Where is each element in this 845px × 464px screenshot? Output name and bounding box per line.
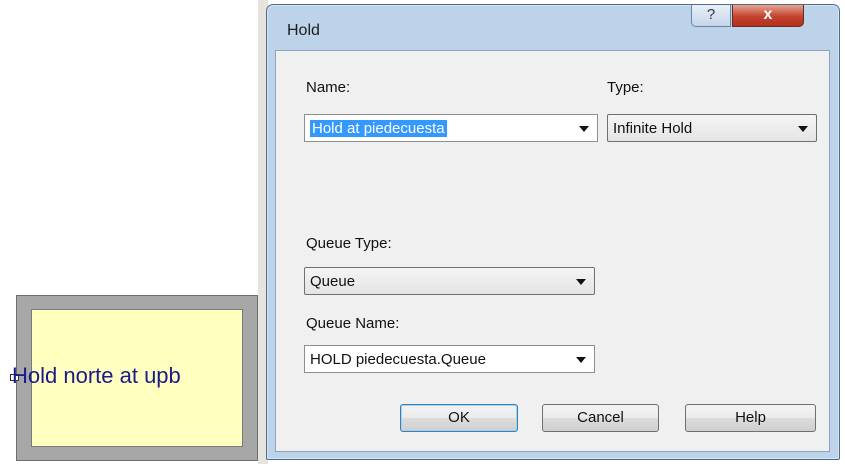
cancel-button[interactable]: Cancel <box>542 404 659 432</box>
dialog-title: Hold <box>287 22 320 39</box>
queue-type-value: Queue <box>310 273 356 290</box>
chevron-down-icon[interactable] <box>579 126 589 132</box>
dialog-titlebar[interactable]: Hold ? x <box>267 5 839 49</box>
chevron-down-icon[interactable] <box>576 279 586 285</box>
queue-name-value: HOLD piedecuesta.Queue <box>310 351 486 368</box>
question-icon: ? <box>706 6 716 23</box>
close-icon: x <box>763 6 773 23</box>
queue-type-dropdown[interactable]: Queue <box>304 267 595 295</box>
queue-type-label: Queue Type: <box>306 235 392 252</box>
queue-name-label: Queue Name: <box>306 315 400 332</box>
name-label: Name: <box>306 79 351 96</box>
queue-name-combobox[interactable]: HOLD piedecuesta.Queue <box>304 345 595 373</box>
chevron-down-icon[interactable] <box>576 357 586 363</box>
hold-dialog: Hold ? x Name: Type: Hold at piedecuesta… <box>266 4 840 460</box>
ok-button[interactable]: OK <box>400 404 518 432</box>
title-help-button[interactable]: ? <box>691 5 731 27</box>
type-dropdown[interactable]: Infinite Hold <box>607 114 817 142</box>
type-label: Type: <box>607 79 644 96</box>
type-value: Infinite Hold <box>613 120 693 137</box>
name-value: Hold at piedecuesta <box>310 120 447 137</box>
name-combobox[interactable]: Hold at piedecuesta <box>304 114 598 142</box>
help-button[interactable]: Help <box>685 404 816 432</box>
dialog-body: Name: Type: Hold at piedecuesta Infinite… <box>275 50 830 452</box>
chevron-down-icon[interactable] <box>798 126 808 132</box>
module-label: Hold norte at upb <box>12 363 181 388</box>
close-button[interactable]: x <box>732 5 804 27</box>
